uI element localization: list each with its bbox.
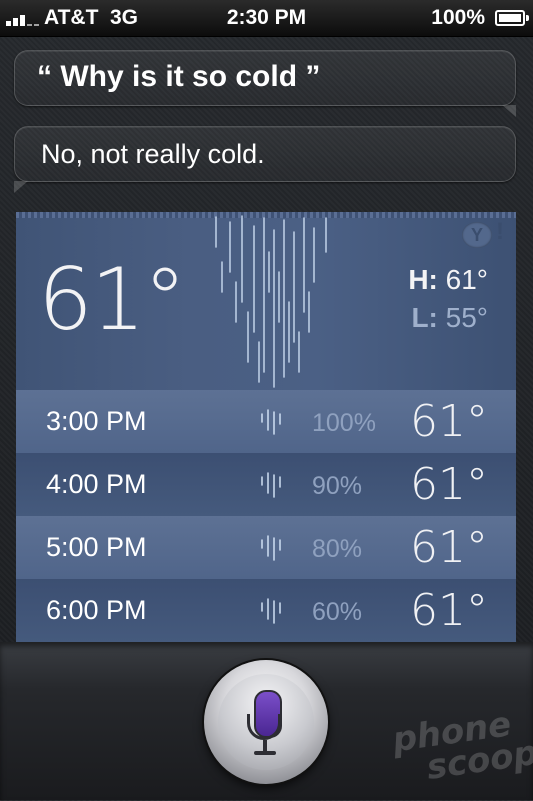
hourly-row: 3:00 PM 100% 61° xyxy=(16,390,516,453)
hourly-time: 3:00 PM xyxy=(46,406,147,436)
status-bar: AT&T 3G 2:30 PM 100% xyxy=(0,0,533,37)
current-temperature: 61° xyxy=(38,250,186,350)
high-label: H: xyxy=(408,264,438,295)
microphone-icon xyxy=(218,674,314,770)
user-query-bubble[interactable]: “ Why is it so cold ” xyxy=(14,50,516,117)
degree-symbol: ° xyxy=(143,250,186,350)
hourly-precip: 90% xyxy=(312,472,363,500)
siri-response-text: No, not really cold. xyxy=(41,139,265,169)
hourly-row: 6:00 PM 60% 61° xyxy=(16,579,516,642)
hourly-precip: 80% xyxy=(312,535,363,563)
hourly-temp: 61° xyxy=(410,459,488,510)
low-label: L: xyxy=(411,302,438,333)
hourly-temp: 61° xyxy=(410,396,488,447)
weather-card[interactable]: 61° Y ! H: 61° L: 55° 3:00 PM 100% 61° 4… xyxy=(16,212,516,642)
rain-drops-icon xyxy=(261,472,281,498)
hourly-temp: 61° xyxy=(410,522,488,573)
rain-icon xyxy=(215,215,327,388)
high-value: 61° xyxy=(445,264,488,295)
low-value: 55° xyxy=(445,302,488,333)
rain-drops-icon xyxy=(261,598,281,624)
yahoo-exclaim-icon: ! xyxy=(496,218,504,245)
microphone-button[interactable] xyxy=(204,660,328,784)
battery-icon xyxy=(495,10,529,26)
hourly-temp: 61° xyxy=(410,585,488,636)
hourly-time: 6:00 PM xyxy=(46,595,147,625)
hourly-time: 5:00 PM xyxy=(46,532,147,562)
high-temperature: H: 61° xyxy=(408,264,488,296)
yahoo-icon[interactable]: Y xyxy=(462,222,492,248)
siri-response-bubble: No, not really cold. xyxy=(14,126,516,193)
rain-drops-icon xyxy=(261,409,281,435)
battery-percent: 100% xyxy=(431,6,485,29)
current-temp-value: 61 xyxy=(38,250,145,350)
hourly-row: 4:00 PM 90% 61° xyxy=(16,453,516,516)
user-query-text: Why is it so cold xyxy=(60,60,298,93)
hourly-precip: 100% xyxy=(312,409,376,437)
open-quote: “ xyxy=(37,60,52,93)
rain-drops-icon xyxy=(261,535,281,561)
close-quote: ” xyxy=(305,60,321,93)
hourly-time: 4:00 PM xyxy=(46,469,147,499)
hourly-precip: 60% xyxy=(312,598,363,626)
hourly-row: 5:00 PM 80% 61° xyxy=(16,516,516,579)
low-temperature: L: 55° xyxy=(411,302,488,334)
